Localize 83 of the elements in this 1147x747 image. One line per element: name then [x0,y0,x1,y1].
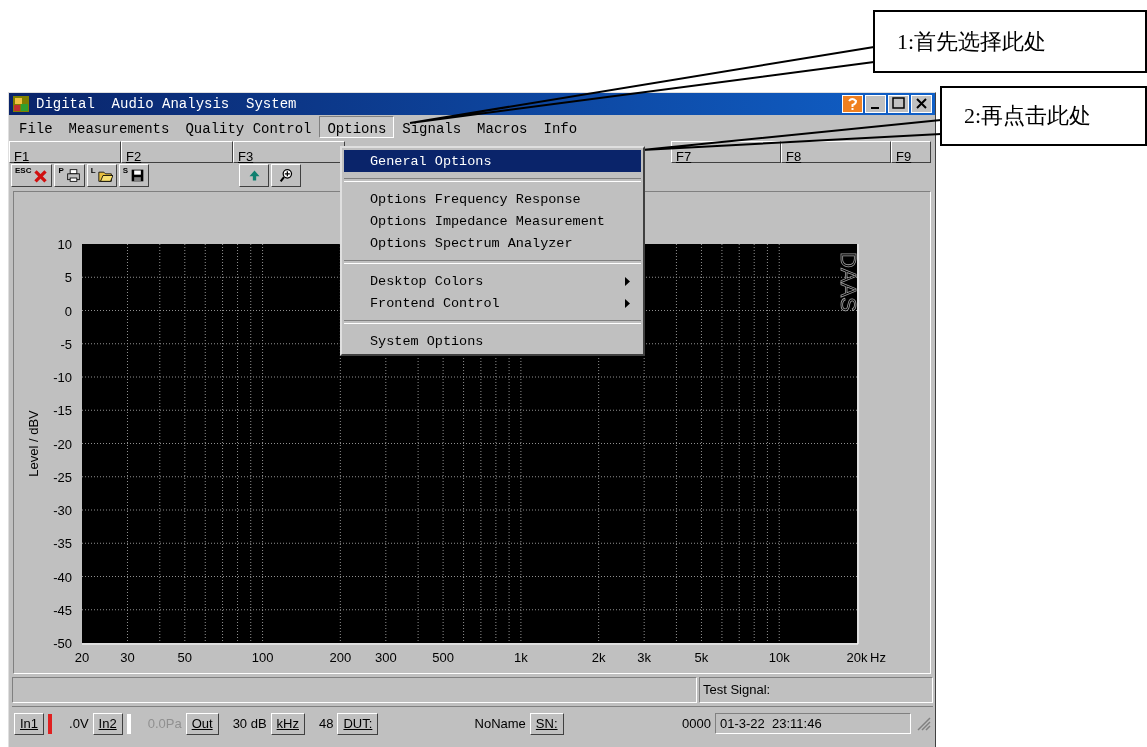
y-tick-label: -50 [53,636,72,651]
maximize-icon[interactable] [888,95,909,113]
menu-item[interactable]: Macros [469,116,536,138]
printer-icon [65,168,81,183]
x-tick-label: 30 [120,650,135,665]
menu-option[interactable]: Options Frequency Response [344,188,641,210]
x-tick-label: 200 [329,650,352,665]
status-value: .0V [68,716,90,731]
y-tick-label: 10 [57,237,72,252]
toolbar-button[interactable]: S [118,164,150,187]
status-button[interactable]: In1 [14,712,45,735]
plot-logo: DAAS [836,252,861,312]
x-tick-label: 5k [694,650,709,665]
menu-item[interactable]: Info [535,116,586,138]
x-tick-label: 10k [768,650,790,665]
status-button[interactable]: In2 [92,712,123,735]
menu-option[interactable]: Desktop Colors [344,270,641,292]
x-tick-label: 2k [591,650,606,665]
key-letter: ESC [15,166,32,175]
x-tick-label: 500 [432,650,454,665]
menu-option[interactable]: Frontend Control [344,292,641,314]
toolbar-button[interactable]: P [54,164,85,187]
y-axis-label: Level / dBV [26,410,41,477]
function-key-button[interactable]: F2 [121,141,233,163]
menu-option[interactable]: General Options [344,150,641,172]
function-key-button[interactable]: F3 [233,141,345,163]
menu-item[interactable]: Signals [394,116,470,138]
app-icon [12,95,30,113]
function-key-button[interactable]: F1 [9,141,121,163]
x-tick-label: 50 [177,650,193,665]
status-button[interactable]: DUT: [337,712,379,735]
y-tick-label: -5 [60,336,72,352]
status-button[interactable]: SN: [529,712,564,735]
status-button[interactable]: kHz [270,712,305,735]
callout-label: 2:再点击此处 [940,86,1147,146]
status-value: NoName [473,716,527,731]
y-tick-label: 0 [64,303,72,319]
key-letter: P [58,166,64,175]
minimize-icon[interactable] [865,95,886,113]
date-time: 01-3-22 23:11:46 [715,713,911,734]
y-tick-label: -15 [53,403,72,419]
y-tick-label: -35 [53,536,72,552]
status-button[interactable]: Out [185,712,219,735]
y-tick-label: -25 [53,469,72,485]
menu-item[interactable]: Measurements [60,116,178,138]
y-tick-label: -40 [53,569,72,585]
y-tick-label: 5 [64,270,72,286]
y-tick-label: -10 [53,370,72,385]
close-icon[interactable] [911,95,932,113]
key-letter: S [122,166,129,175]
x-axis-unit: Hz [870,650,886,665]
zoom-in-icon [278,168,294,183]
x-tick-label: 300 [374,650,397,665]
x-tick-label: 1k [514,650,528,665]
x-tick-label: 20k [846,650,868,665]
toolbar-button[interactable]: ESC [11,164,53,187]
x-tick-label: 100 [251,650,274,665]
y-tick-label: -30 [53,503,72,518]
menu-item[interactable]: Quality Control [177,116,320,138]
key-letter: L [90,166,96,175]
menu-option[interactable]: Options Spectrum Analyzer [344,232,641,254]
menu-option[interactable]: Options Impedance Measurement [344,210,641,232]
status-value: 48 [318,716,335,731]
y-tick-label: -45 [53,602,72,618]
x-tick-label: 3k [637,650,651,665]
function-key-button[interactable]: F9 [891,141,931,163]
y-tick-label: -20 [53,436,72,452]
delete-icon [33,168,49,183]
menu-option[interactable]: System Options [344,330,641,352]
toolbar-button[interactable] [271,164,302,187]
window-title: Digital Audio Analysis System [36,96,298,112]
function-key-button[interactable]: F8 [781,141,891,163]
floppy-icon [130,168,146,183]
status-text: Test Signal: [699,677,933,703]
menu-item[interactable]: File [11,116,61,138]
toolbar-button[interactable]: L [86,164,117,187]
status-value: 30 dB [231,716,268,731]
x-tick-label: 20 [74,650,90,665]
status-value: 0000 [681,716,712,731]
menu-item[interactable]: Options [319,116,395,138]
resize-grip-icon[interactable] [917,716,931,731]
callout-label: 1:首先选择此处 [873,10,1147,73]
toolbar-button[interactable] [239,164,270,187]
